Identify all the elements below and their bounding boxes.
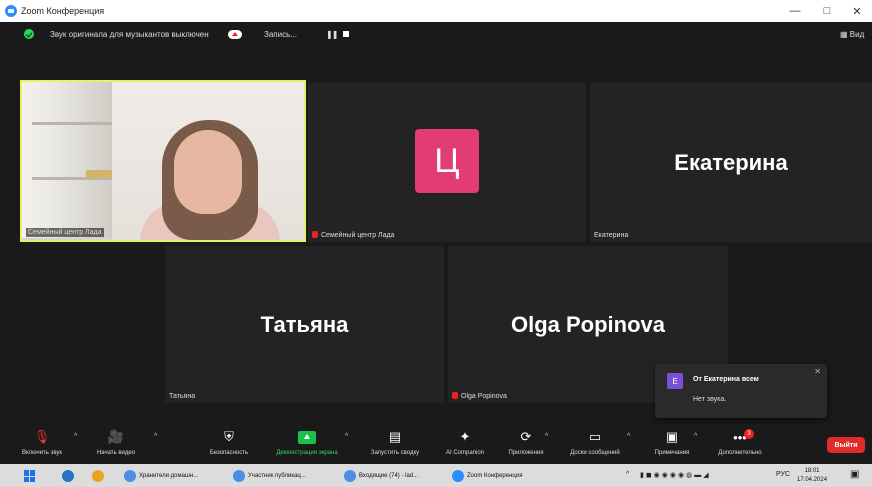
mic-muted-icon [452,392,458,399]
sparkle-icon: ✦ [459,429,471,444]
share-options-caret[interactable]: ^ [345,433,348,440]
taskbar-item-4[interactable]: Zoom Конференция [452,468,522,484]
ai-companion-button[interactable]: ✦ AI Companion [437,428,493,456]
notes-icon: ▣ [665,429,679,444]
tile-name-tatyana: Татьяна [169,393,196,400]
meeting-toolbar: 🎙 Включить звук ^ 🎥 Начать видео ^ ⛨ Без… [0,424,872,464]
cloud-record-icon [228,30,242,39]
participant-face [174,130,242,214]
tile-name-olga: Olga Popinova [452,392,507,400]
chat-notification[interactable]: Е От Екатерина всем Нет звука. ✕ [655,364,827,418]
tray-icons[interactable]: ▮◼◉◉◉◉◍▬◢ [640,471,711,479]
sender-avatar: Е [667,373,683,389]
zoom-icon [452,470,464,482]
more-dots-icon: ••• [733,429,747,445]
security-shield-icon[interactable] [24,29,34,39]
taskbar-item-1[interactable]: Хранители домашн... [124,468,198,484]
video-tile-lada[interactable]: Ц Семейный центр Лада [308,82,586,242]
taskbar-clock[interactable]: 18:01 17.04.2024 [797,467,827,485]
participant-avatar: Ц [415,129,479,193]
video-tile-tatyana[interactable]: Татьяна Татьяна [165,246,444,403]
window-title: Zoom Конференция [21,6,105,16]
original-sound-status: Звук оригинала для музыкантов выключен [50,30,209,39]
summary-icon: ▤ [388,429,402,444]
pause-recording-button[interactable]: ❚❚ [326,30,338,39]
more-button[interactable]: ••• Дополнительно [707,428,773,457]
whiteboards-button[interactable]: ▭ Доски сообщений [563,428,627,456]
share-screen-button[interactable]: Демонстрация экрана [266,428,348,456]
background-lamp [86,170,112,178]
tray-overflow-icon[interactable]: ^ [626,471,629,478]
more-notification-badge: 3 [744,429,754,439]
taskbar-item-2[interactable]: Участник публикац... [233,468,306,484]
participant-display-name: Татьяна [260,312,349,337]
notification-close-icon[interactable]: ✕ [814,367,821,376]
stop-recording-button[interactable] [343,31,349,37]
windows-start-icon[interactable] [24,470,36,482]
view-button[interactable]: ▦ Вид [840,30,864,39]
close-button[interactable]: ✕ [842,0,872,22]
tile-name-ekaterina: Екатерина [594,232,629,239]
notes-button[interactable]: ▣ Примечания [644,428,700,456]
unmute-button[interactable]: 🎙 Включить звук [20,428,64,456]
notifications-icon[interactable]: ▣ [850,469,859,480]
keyboard-language[interactable]: РУС [776,471,790,478]
whiteboard-icon: ▭ [588,429,602,444]
start-summary-button[interactable]: ▤ Запустить сводку [360,428,430,456]
apps-options-caret[interactable]: ^ [545,433,548,440]
leave-button[interactable]: Выйти [827,437,865,453]
window-titlebar: Zoom Конференция — □ ✕ [0,0,872,22]
chrome-icon [233,470,245,482]
zoom-logo-icon [5,5,17,17]
participant-display-name: Екатерина [674,150,788,175]
zoom-window: Zoom Конференция — □ ✕ Звук оригинала дл… [0,0,872,487]
clock-date: 17.04.2024 [797,477,828,483]
whiteboard-options-caret[interactable]: ^ [627,433,630,440]
clock-time: 18:01 [804,468,820,474]
notes-options-caret[interactable]: ^ [694,433,697,440]
start-video-button[interactable]: 🎥 Начать видео [92,428,140,456]
taskbar-chrome-icon[interactable] [92,468,107,484]
recording-status: Запись... [264,30,297,39]
chrome-icon [344,470,356,482]
audio-options-caret[interactable]: ^ [74,433,77,440]
video-tile-ekaterina[interactable]: Екатерина Екатерина [590,82,872,242]
notification-sender: От Екатерина всем [693,376,759,383]
taskbar-explorer-icon[interactable] [62,468,77,484]
security-button[interactable]: ⛨ Безопасность [203,428,255,456]
view-label: Вид [849,30,865,39]
minimize-button[interactable]: — [780,0,810,22]
taskbar-item-3[interactable]: Входящие (74) - lad... [344,468,418,484]
shield-icon: ⛨ [224,429,234,444]
os-taskbar: Хранители домашн... Участник публикац...… [0,464,872,487]
maximize-button[interactable]: □ [812,0,842,22]
chrome-icon [124,470,136,482]
mic-muted-icon [312,231,318,238]
tile-name-lada: Семейный центр Лада [312,231,395,239]
camera-off-icon: 🎥 [107,429,125,444]
participant-display-name: Olga Popinova [510,312,666,337]
meeting-topbar: Звук оригинала для музыкантов выключен З… [0,22,872,48]
mic-muted-icon: 🎙 [33,429,51,444]
video-tile-self[interactable]: Семейный центр Лада [20,80,306,242]
tile-name-self: Семейный центр Лада [26,228,104,237]
notification-message: Нет звука. [693,396,727,403]
background-shelf [22,82,112,238]
share-screen-icon [298,430,316,444]
video-options-caret[interactable]: ^ [154,433,157,440]
